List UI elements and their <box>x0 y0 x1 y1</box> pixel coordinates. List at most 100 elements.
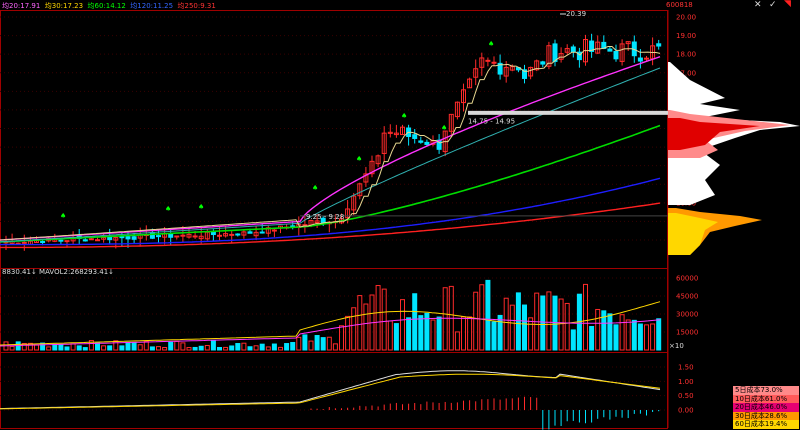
signal-marker: ♠ <box>441 124 447 132</box>
volume-bar <box>192 346 198 351</box>
candle-body <box>125 236 131 240</box>
signal-marker: ♠ <box>312 184 318 192</box>
volume-bar <box>387 320 393 351</box>
indicator-line2 <box>0 373 661 410</box>
price-tick-label: 20.00 <box>676 14 696 22</box>
volume-bar <box>278 346 283 351</box>
volume-bar <box>156 346 161 351</box>
checkmark-icon[interactable]: ✓ <box>769 0 777 10</box>
cost-distribution-legend: 5日成本73.0% 10日成本61.0% 20日成本46.0% 30日成本28.6% 6… <box>733 386 799 429</box>
volume-bar <box>461 316 466 351</box>
volume-bar <box>9 345 15 351</box>
volume-bar <box>284 343 290 351</box>
candle-body <box>570 46 576 53</box>
signal-marker: ♠ <box>488 40 494 48</box>
volume-bar <box>64 346 70 351</box>
volume-panel-border <box>0 268 668 353</box>
volume-bar <box>235 343 241 351</box>
volume-bar <box>528 317 534 351</box>
stock-chart-window: 20.0019.0018.0017.0016.0015.0014.0013.00… <box>0 0 800 430</box>
ma60-legend: 均60:14.12 <box>87 2 126 10</box>
ma5-line <box>0 46 661 241</box>
range-annotation: 14.75 - 14.95 <box>468 117 515 125</box>
volume-legend: 8830.41↓ MAVOL2:268293.41↓ <box>2 268 115 276</box>
volume-bar <box>583 283 588 351</box>
volume-unit-label: ×10 <box>669 342 684 350</box>
indicator-line1 <box>0 370 661 410</box>
candle-body <box>491 61 497 64</box>
candlestick-chart[interactable]: 20.0019.0018.0017.0016.0015.0014.0013.00… <box>0 0 800 430</box>
volume-bar <box>174 340 180 351</box>
volume-bar <box>345 315 351 351</box>
volume-bar <box>454 331 460 351</box>
volume-bar <box>631 319 637 351</box>
volume-bar <box>241 342 247 351</box>
volume-bar <box>558 298 564 351</box>
volume-bar <box>546 291 552 351</box>
candle-body <box>156 235 161 238</box>
window-controls: ✕ ✓ ◥ <box>752 0 798 10</box>
volume-bar <box>363 303 369 351</box>
candle-body <box>485 59 491 62</box>
volume-bar <box>125 341 131 351</box>
volume-bar <box>223 346 229 351</box>
candle-body <box>88 238 94 241</box>
candle-body <box>412 134 418 139</box>
volume-tick-label: 30000 <box>676 311 698 319</box>
ma-legend: 均20:17.91 均30:17.23 均60:14.12 均120:11.25… <box>2 1 216 11</box>
volume-bar <box>119 345 125 351</box>
price-tick-label: 19.00 <box>676 32 696 40</box>
volume-bar <box>101 345 107 351</box>
volume-bar <box>509 304 515 351</box>
price-tick-label: 18.00 <box>676 51 696 59</box>
ma250-legend: 均250:9.31 <box>177 2 216 10</box>
volume-bar <box>656 318 662 351</box>
close-icon[interactable]: ✕ <box>754 0 762 10</box>
volume-bar <box>485 279 491 351</box>
volume-bar <box>393 323 399 351</box>
ma120-line <box>0 177 661 246</box>
volume-bar <box>381 288 387 351</box>
volume-tick-label: 15000 <box>676 329 698 337</box>
volume-bar <box>113 340 119 351</box>
volume-bar <box>314 335 320 351</box>
signal-marker: ♠ <box>60 212 66 220</box>
indicator-tick-label: 0.50 <box>678 392 694 400</box>
candle-body <box>107 236 113 241</box>
candle-body <box>607 48 613 52</box>
volume-bar <box>290 342 296 351</box>
candle-body <box>82 239 88 242</box>
volume-bar <box>491 321 497 351</box>
red-arrow-icon[interactable]: ◥ <box>784 0 791 9</box>
volume-bar <box>613 324 619 351</box>
volume-bar <box>332 343 338 351</box>
candle-body <box>259 231 265 234</box>
volume-tick-label: 45000 <box>676 293 698 301</box>
volume-bar <box>76 345 82 351</box>
volume-bar <box>497 314 503 351</box>
volume-bar <box>186 347 192 351</box>
volume-ma1-line <box>0 301 661 346</box>
candle-body <box>229 233 235 236</box>
volume-bar <box>522 304 527 351</box>
volume-bar <box>442 287 448 351</box>
volume-bar <box>204 344 210 351</box>
cost-legend-item: 30日成本28.6% <box>733 411 799 421</box>
volume-bar <box>52 343 58 351</box>
candle-body <box>235 233 241 236</box>
volume-bar <box>564 302 570 351</box>
volume-bar <box>107 345 113 351</box>
indicator-tick-label: 0.00 <box>678 407 694 415</box>
indicator-tick-label: 1.50 <box>678 364 694 372</box>
volume-bar <box>149 346 155 351</box>
volume-bar <box>418 315 424 351</box>
candle-body <box>418 140 424 143</box>
signal-marker: ♠ <box>356 155 362 163</box>
volume-bar <box>436 316 442 351</box>
candle-body <box>644 57 649 60</box>
high-annotation: 20.39 <box>566 10 586 18</box>
volume-bar <box>198 345 204 351</box>
candle-body <box>217 234 222 237</box>
volume-bar <box>265 346 271 351</box>
ma120-legend: 均120:11.25 <box>130 2 174 10</box>
